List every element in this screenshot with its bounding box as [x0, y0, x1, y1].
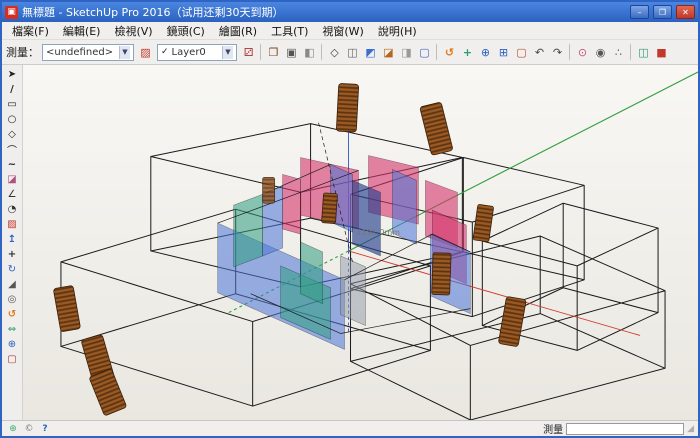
geolocation-icon[interactable]: ⊕	[6, 422, 20, 435]
chevron-down-icon[interactable]: ▼	[222, 46, 233, 59]
navy-wall	[353, 180, 381, 256]
pan-tool-icon[interactable]: ⇔	[2, 322, 22, 337]
paint-bucket-icon[interactable]: ▨	[137, 43, 154, 61]
measurement-label: 測量	[543, 421, 563, 436]
next-view-icon[interactable]: ↷	[549, 43, 566, 61]
scale-tool-icon[interactable]: ◢	[2, 277, 22, 292]
push-pull-tool-icon[interactable]: ↥	[2, 232, 22, 247]
menu-item[interactable]: 編輯(E)	[56, 22, 108, 40]
toolbar-separator	[436, 44, 438, 60]
close-button[interactable]: ✕	[676, 5, 695, 19]
main-toolbar: 測量： <undefined> ▼ ▨ ✓ Layer0 ▼ ⚂ ❐ ▣ ◧	[2, 40, 698, 65]
layer-visible-check-icon[interactable]: ✓	[161, 47, 169, 57]
menu-item[interactable]: 繪圖(R)	[212, 22, 264, 40]
gray-wall	[341, 256, 366, 326]
paint-bucket-tool-icon[interactable]: ▨	[2, 217, 22, 232]
dice-icon[interactable]: ⚂	[240, 43, 257, 61]
circle-tool-icon[interactable]: ○	[2, 112, 22, 127]
viewport-canvas[interactable]: 1191.0mm	[23, 65, 698, 420]
chevron-down-icon[interactable]: ▼	[119, 46, 130, 59]
walk-icon[interactable]: ∴	[610, 43, 627, 61]
status-bar: ⊕ © ? 測量 ◢	[2, 420, 698, 436]
polygon-tool-icon[interactable]: ◇	[2, 127, 22, 142]
help-icon[interactable]: ?	[38, 422, 52, 435]
rotate-tool-icon[interactable]: ↻	[2, 262, 22, 277]
xray-style-icon[interactable]: ▢	[416, 43, 433, 61]
titlebar[interactable]: ▣ 無標題 - SketchUp Pro 2016（试用还剩30天到期） – ❐…	[2, 2, 698, 22]
menu-item[interactable]: 工具(T)	[264, 22, 315, 40]
measure-combo-label: 測量：	[6, 44, 39, 60]
section-plane-icon[interactable]: ◫	[635, 43, 652, 61]
eraser-tool-icon[interactable]: ◪	[2, 172, 22, 187]
layer-combobox[interactable]: ✓ Layer0 ▼	[157, 44, 237, 61]
toolbar-separator	[321, 44, 323, 60]
measurement-tooltip: 1191.0mm	[357, 228, 401, 237]
offset-tool-icon[interactable]: ◎	[2, 292, 22, 307]
statusbar-icon-group: ⊕ © ?	[6, 422, 52, 435]
toolbar-separator	[569, 44, 571, 60]
protractor-tool-icon[interactable]: ◔	[2, 202, 22, 217]
toolbar-separator	[630, 44, 632, 60]
shaded-textures-style-icon[interactable]: ◪	[380, 43, 397, 61]
shaded-style-icon[interactable]: ◩	[362, 43, 379, 61]
zoom-extents-tool-icon[interactable]: ▢	[2, 352, 22, 367]
measure-combobox[interactable]: <undefined> ▼	[42, 44, 134, 61]
orbit-tool-icon[interactable]: ↺	[2, 307, 22, 322]
arc-tool-icon[interactable]: ⌒	[2, 142, 22, 157]
hidden-line-style-icon[interactable]: ◫	[344, 43, 361, 61]
minimize-button[interactable]: –	[630, 5, 649, 19]
measurement-input[interactable]	[566, 423, 684, 435]
viewport[interactable]: 1191.0mm	[23, 65, 698, 420]
zoom-icon[interactable]: ⊕	[477, 43, 494, 61]
freehand-tool-icon[interactable]: ~	[2, 157, 22, 172]
credits-icon[interactable]: ©	[22, 422, 36, 435]
sketchup-window: ▣ 無標題 - SketchUp Pro 2016（试用还剩30天到期） – ❐…	[0, 0, 700, 438]
menu-item[interactable]: 視窗(W)	[315, 22, 370, 40]
position-camera-icon[interactable]: ⊙	[574, 43, 591, 61]
zoom-tool-icon[interactable]: ⊕	[2, 337, 22, 352]
measure-combobox-value: <undefined>	[46, 47, 113, 58]
pan-icon[interactable]: +	[459, 43, 476, 61]
edit-component-icon[interactable]: ◧	[301, 43, 318, 61]
tape-measure-tool-icon[interactable]: ∠	[2, 187, 22, 202]
monochrome-style-icon[interactable]: ◨	[398, 43, 415, 61]
window-title: 無標題 - SketchUp Pro 2016（试用还剩30天到期）	[22, 4, 284, 20]
main-area: ➤ / ▭ ○ ◇ ⌒ ~ ◪ ∠ ◔ ▨ ↥	[2, 65, 698, 420]
resize-grip[interactable]: ◢	[687, 424, 694, 434]
make-group-icon[interactable]: ▣	[283, 43, 300, 61]
menu-item[interactable]: 鏡頭(C)	[160, 22, 212, 40]
tool-palette: ➤ / ▭ ○ ◇ ⌒ ~ ◪ ∠ ◔ ▨ ↥	[2, 65, 23, 420]
rectangle-tool-icon[interactable]: ▭	[2, 97, 22, 112]
wireframe-style-icon[interactable]: ◇	[326, 43, 343, 61]
layer-combobox-value: Layer0	[172, 47, 206, 58]
previous-view-icon[interactable]: ↶	[531, 43, 548, 61]
zoom-window-icon[interactable]: ⊞	[495, 43, 512, 61]
move-tool-icon[interactable]: +	[2, 247, 22, 262]
maximize-button[interactable]: ❐	[653, 5, 672, 19]
menu-item[interactable]: 檔案(F)	[5, 22, 56, 40]
orbit-icon[interactable]: ↺	[441, 43, 458, 61]
menubar: 檔案(F) 編輯(E) 檢視(V) 鏡頭(C) 繪圖(R) 工具(T) 視窗(W…	[2, 22, 698, 40]
app-icon: ▣	[5, 6, 18, 19]
select-tool-icon[interactable]: ➤	[2, 67, 22, 82]
menu-item[interactable]: 檢視(V)	[107, 22, 159, 40]
look-around-icon[interactable]: ◉	[592, 43, 609, 61]
menu-item[interactable]: 說明(H)	[371, 22, 424, 40]
toolbar-icon-group: ⚂ ❐ ▣ ◧ ◇ ◫ ◩ ◪ ◨ ▢	[240, 43, 670, 61]
line-tool-icon[interactable]: /	[2, 82, 22, 97]
red-material-icon[interactable]: ■	[653, 43, 670, 61]
make-component-icon[interactable]: ❐	[265, 43, 282, 61]
zoom-extents-icon[interactable]: ▢	[513, 43, 530, 61]
toolbar-separator	[260, 44, 262, 60]
